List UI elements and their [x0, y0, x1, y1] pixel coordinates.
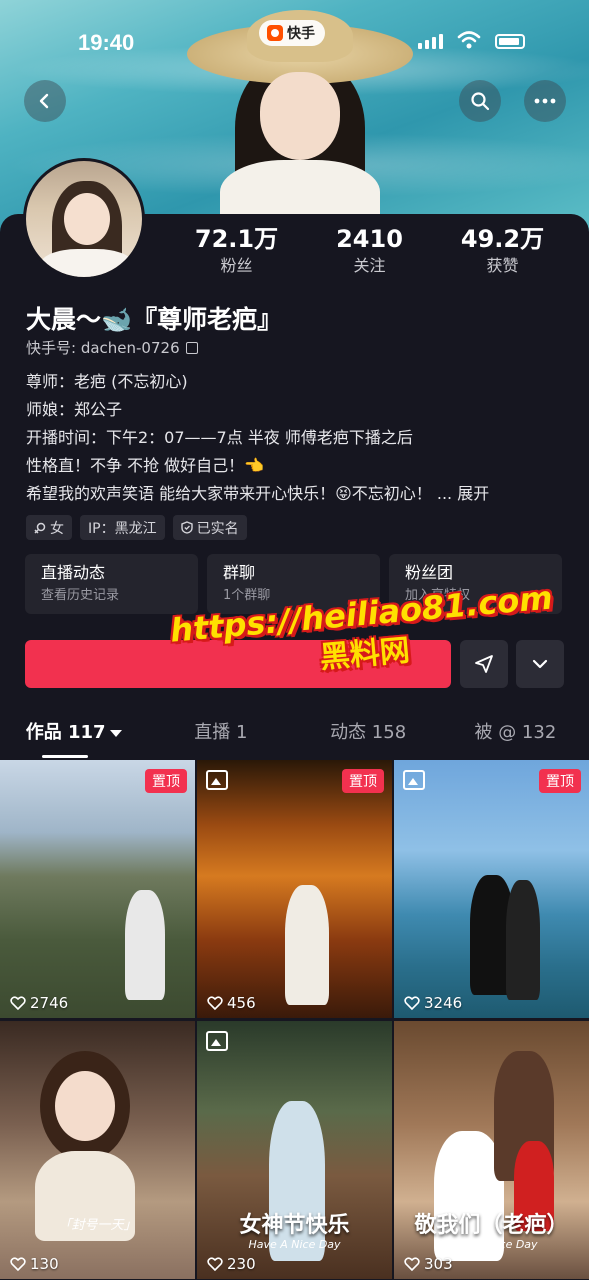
- like-count-value: 303: [424, 1255, 453, 1273]
- heart-icon: [207, 1257, 223, 1272]
- more-button[interactable]: [524, 80, 566, 122]
- profile-tags: 女 IP：黑龙江 已实名: [26, 515, 247, 540]
- like-count-value: 230: [227, 1255, 256, 1273]
- copy-icon[interactable]: [185, 341, 198, 354]
- grid-item[interactable]: 敬我们（老疤） Have A Nice Day 303: [394, 1021, 589, 1279]
- tab-live[interactable]: 直播 1: [147, 716, 294, 758]
- brand-badge: 快手: [259, 20, 325, 46]
- chevron-down-icon: [532, 659, 548, 669]
- grid-item[interactable]: 「封号一天」 130: [0, 1021, 195, 1279]
- bio-line-last: 希望我的欢声笑语 能给大家带来开心快乐！😝不忘初心！ ... 展开: [26, 480, 571, 508]
- card-title: 群聊: [223, 563, 256, 582]
- tab-works[interactable]: 作品 117: [0, 716, 147, 758]
- chevron-left-icon: [39, 93, 49, 109]
- verified-tag-label: 已实名: [196, 520, 239, 537]
- stat-likes[interactable]: 49.2万 获赞: [436, 224, 569, 278]
- back-button[interactable]: [24, 80, 66, 122]
- signal-icon: [418, 34, 443, 49]
- profile-uid[interactable]: 快手号: dachen-0726: [26, 337, 198, 358]
- tab-works-label: 作品 117: [25, 722, 106, 743]
- status-time: 19:40: [78, 30, 135, 55]
- gender-tag-label: 女: [50, 520, 64, 537]
- like-count-value: 456: [227, 994, 256, 1012]
- heart-icon: [207, 996, 223, 1011]
- like-count: 303: [404, 1255, 453, 1273]
- female-icon: [34, 522, 46, 534]
- stat-fans-count: 72.1万: [194, 225, 279, 253]
- like-count: 3246: [404, 994, 462, 1012]
- bio-line: 师娘：郑公子: [26, 400, 123, 419]
- gender-tag: 女: [26, 515, 72, 540]
- like-count: 230: [207, 1255, 256, 1273]
- profile-name: 大晨～🐋『尊师老疤』: [26, 305, 283, 334]
- uid-label: 快手号: dachen-0726: [26, 339, 180, 357]
- bio-line: 开播时间：下午2：07——7点 半夜 师傅老疤下播之后: [26, 428, 413, 447]
- image-post-icon: [206, 770, 228, 790]
- grid-item[interactable]: 女神节快乐 Have A Nice Day 230: [197, 1021, 392, 1279]
- bio-line-text: 希望我的欢声笑语 能给大家带来开心快乐！😝不忘初心！ ...: [26, 484, 453, 503]
- like-count: 130: [10, 1255, 59, 1273]
- card-title: 直播动态: [41, 563, 106, 582]
- heart-icon: [404, 1257, 420, 1272]
- grid-item[interactable]: 置顶 456: [197, 760, 392, 1018]
- profile-stats: 72.1万 粉丝 2410 关注 49.2万 获赞: [170, 224, 570, 278]
- tile-subcaption: Have A Nice Day: [248, 1238, 341, 1251]
- heart-icon: [10, 996, 26, 1011]
- search-button[interactable]: [459, 80, 501, 122]
- caret-down-icon: [109, 729, 122, 737]
- wifi-icon: [457, 31, 481, 49]
- verified-shield-icon: [180, 521, 193, 534]
- like-count-value: 2746: [30, 994, 69, 1012]
- image-post-icon: [403, 770, 425, 790]
- grid-item[interactable]: 置顶 3246: [394, 760, 589, 1018]
- stat-fans-label: 粉丝: [220, 256, 253, 275]
- like-count-value: 3246: [424, 994, 463, 1012]
- brand-label: 快手: [287, 26, 315, 42]
- pinned-badge: 置顶: [342, 769, 384, 793]
- pinned-badge: 置顶: [539, 769, 581, 793]
- status-bar: 19:40 快手: [0, 0, 589, 84]
- stat-likes-count: 49.2万: [460, 225, 545, 253]
- search-icon: [471, 92, 490, 111]
- tile-caption: 「封号一天」: [58, 1218, 137, 1233]
- bio-line: 尊师：老疤 (不忘初心): [26, 372, 188, 391]
- avatar[interactable]: [23, 158, 145, 280]
- profile-bio: 尊师：老疤 (不忘初心) 师娘：郑公子 开播时间：下午2：07——7点 半夜 师…: [26, 368, 571, 508]
- tile-caption: 女神节快乐: [239, 1213, 350, 1238]
- verified-tag: 已实名: [172, 515, 247, 540]
- tile-caption: 敬我们（老疤）: [414, 1213, 569, 1238]
- tab-moments[interactable]: 动态 158: [295, 716, 442, 758]
- works-grid: 置顶 2746 置顶 456 置顶 3246 「封号一天」 130 女神节快乐 …: [0, 760, 589, 1279]
- content-tabs: 作品 117 直播 1 动态 158 被 @ 132: [0, 716, 589, 758]
- kuaishou-logo-icon: [267, 25, 283, 41]
- ip-tag-label: IP：黑龙江: [88, 520, 157, 537]
- like-count: 2746: [10, 994, 68, 1012]
- like-count: 456: [207, 994, 256, 1012]
- grid-item[interactable]: 置顶 2746: [0, 760, 195, 1018]
- stat-fans[interactable]: 72.1万 粉丝: [170, 224, 303, 278]
- tab-mentions[interactable]: 被 @ 132: [442, 716, 589, 758]
- stat-following[interactable]: 2410 关注: [303, 224, 436, 278]
- bio-line: 性格直！不争 不抢 做好自己！👈: [26, 456, 265, 475]
- heart-icon: [10, 1257, 26, 1272]
- image-post-icon: [206, 1031, 228, 1051]
- like-count-value: 130: [30, 1255, 59, 1273]
- stat-following-label: 关注: [353, 256, 386, 275]
- card-live-history[interactable]: 直播动态 查看历史记录: [25, 554, 198, 614]
- heart-icon: [404, 996, 420, 1011]
- card-subtitle: 查看历史记录: [41, 588, 120, 603]
- pinned-badge: 置顶: [145, 769, 187, 793]
- stat-following-count: 2410: [336, 225, 403, 253]
- more-dots-icon: [534, 98, 556, 104]
- stat-likes-label: 获赞: [486, 256, 519, 275]
- tile-subcaption: Have A Nice Day: [445, 1238, 538, 1251]
- battery-icon: [495, 34, 525, 49]
- ip-tag: IP：黑龙江: [80, 515, 165, 540]
- expand-bio-button[interactable]: 展开: [457, 484, 489, 503]
